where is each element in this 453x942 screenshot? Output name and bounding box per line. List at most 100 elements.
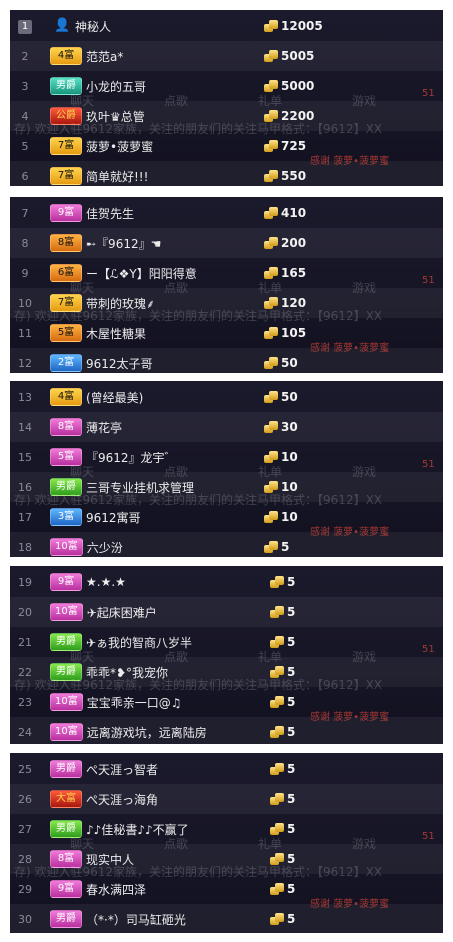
- person-icon: 👤: [54, 18, 71, 33]
- coin-icon: [270, 793, 284, 805]
- ranking-row[interactable]: 1 👤 神秘人 12005: [10, 11, 443, 41]
- score-value: 5: [287, 575, 296, 589]
- ranking-row[interactable]: 22 男爵 乖乖*❥°我宠你 5: [10, 657, 443, 687]
- ranking-panel: 1 👤 神秘人 12005 2 4富 范范a* 5005 3 男爵 小龙的五哥 5000 4 公爵 玖叶♛总…: [10, 10, 443, 186]
- user-name[interactable]: 六少汾: [87, 539, 123, 556]
- score-value: 5: [287, 635, 296, 649]
- ranking-row[interactable]: 7 9富 佳贺先生 410: [10, 198, 443, 228]
- ranking-row[interactable]: 2 4富 范范a* 5005: [10, 41, 443, 71]
- ranking-row[interactable]: 13 4富 (曾经最美) 50: [10, 382, 443, 412]
- level-badge: 公爵: [50, 107, 82, 125]
- ranking-row[interactable]: 24 10富 远离游戏坑，远离陆房 5: [10, 717, 443, 744]
- level-badge: 7富: [50, 137, 82, 155]
- rank-number: 8: [21, 236, 29, 250]
- level-badge: 7富: [50, 294, 82, 312]
- rank-number: 4: [21, 109, 29, 123]
- user-name[interactable]: 薄花亭: [86, 419, 122, 436]
- score-value: 5005: [281, 49, 315, 63]
- rank-number: 23: [18, 695, 32, 709]
- rank-number: 25: [18, 762, 32, 776]
- user-name[interactable]: 神秘人: [75, 18, 111, 35]
- ranking-row[interactable]: 3 男爵 小龙的五哥 5000: [10, 71, 443, 101]
- score-value: 5: [287, 792, 296, 806]
- user-name[interactable]: ➸『9612』☚: [86, 235, 161, 252]
- coin-icon: [270, 913, 284, 925]
- user-name[interactable]: 木屋性糖果: [86, 325, 146, 342]
- ranking-row[interactable]: 28 8富 现实中人 5: [10, 844, 443, 874]
- ranking-row[interactable]: 26 大富 ぺ天涯っ海角 5: [10, 784, 443, 814]
- rank-number: 14: [18, 420, 32, 434]
- score-value: 410: [281, 206, 307, 220]
- coin-icon: [264, 357, 278, 369]
- score-value: 5: [287, 912, 296, 926]
- user-name[interactable]: 佳贺先生: [86, 205, 134, 222]
- ranking-row[interactable]: 25 男爵 ぺ天涯っ智者 5: [10, 754, 443, 784]
- ranking-row[interactable]: 10 7富 带刺的玫瑰⸙ 120: [10, 288, 443, 318]
- user-name[interactable]: ぺ天涯っ智者: [86, 761, 158, 778]
- ranking-row[interactable]: 18 10富 六少汾 5: [10, 532, 443, 557]
- coin-icon: [270, 883, 284, 895]
- user-name[interactable]: 小龙的五哥: [86, 78, 146, 95]
- user-name[interactable]: 春水满四泽: [86, 881, 146, 898]
- user-name[interactable]: 菠萝•菠萝蜜: [86, 138, 153, 155]
- ranking-row[interactable]: 30 男爵 （*·*）司马缸砸光 5: [10, 904, 443, 933]
- ranking-row[interactable]: 27 男爵 ♪♪佳秘書♪♪不赢了 5: [10, 814, 443, 844]
- coin-icon: [264, 110, 278, 122]
- ranking-row[interactable]: 8 8富 ➸『9612』☚ 200: [10, 228, 443, 258]
- user-name[interactable]: 三哥专业挂机求管理: [86, 479, 194, 496]
- ranking-row[interactable]: 14 8富 薄花亭 30: [10, 412, 443, 442]
- user-name[interactable]: 现实中人: [86, 851, 134, 868]
- level-badge: 大富: [50, 790, 82, 808]
- user-name[interactable]: 『9612』龙宇゛: [86, 449, 177, 466]
- score-value: 5: [287, 665, 296, 679]
- ranking-row[interactable]: 19 9富 ★.★.★ 5: [10, 567, 443, 597]
- user-name[interactable]: 9612太子哥: [86, 355, 153, 372]
- ranking-row[interactable]: 23 10富 宝宝乖亲一口@♫ 5: [10, 687, 443, 717]
- ranking-row[interactable]: 9 6富 ー【ℒ❖Y】阳阳得意 165: [10, 258, 443, 288]
- user-name[interactable]: 9612寓哥: [86, 509, 141, 526]
- user-name[interactable]: 范范a*: [86, 48, 123, 65]
- user-name[interactable]: (曾经最美): [86, 389, 143, 406]
- user-name[interactable]: 简单就好!!!: [86, 168, 148, 185]
- ranking-row[interactable]: 6 7富 简单就好!!! 550: [10, 161, 443, 186]
- user-name[interactable]: ✈ぁ我的智商八岁半: [86, 634, 192, 651]
- user-name[interactable]: ★.★.★: [86, 575, 126, 589]
- level-badge: 10富: [50, 538, 83, 556]
- user-name[interactable]: 玖叶♛总管: [86, 108, 145, 125]
- coin-icon: [264, 391, 278, 403]
- coin-icon: [264, 511, 278, 523]
- user-name[interactable]: 远离游戏坑，远离陆房: [87, 724, 207, 741]
- coin-icon: [264, 541, 278, 553]
- coin-icon: [270, 666, 284, 678]
- user-name[interactable]: 带刺的玫瑰⸙: [86, 295, 155, 312]
- ranking-row[interactable]: 5 7富 菠萝•菠萝蜜 725: [10, 131, 443, 161]
- ranking-row[interactable]: 12 2富 9612太子哥 50: [10, 348, 443, 373]
- level-badge: 男爵: [50, 633, 82, 651]
- rank-number: 2: [21, 49, 29, 63]
- rank-number: 7: [21, 206, 29, 220]
- ranking-row[interactable]: 21 男爵 ✈ぁ我的智商八岁半 5: [10, 627, 443, 657]
- user-name[interactable]: ✈起床困难户: [87, 604, 157, 621]
- ranking-row[interactable]: 11 5富 木屋性糖果 105: [10, 318, 443, 348]
- user-name[interactable]: ー【ℒ❖Y】阳阳得意: [86, 265, 197, 282]
- level-badge: 3富: [50, 508, 82, 526]
- rank-number: 1: [10, 19, 40, 34]
- ranking-row[interactable]: 15 5富 『9612』龙宇゛ 10: [10, 442, 443, 472]
- user-name[interactable]: ぺ天涯っ海角: [86, 791, 158, 808]
- ranking-row[interactable]: 29 9富 春水满四泽 5: [10, 874, 443, 904]
- user-name[interactable]: 乖乖*❥°我宠你: [86, 664, 168, 681]
- level-badge: 男爵: [50, 910, 82, 928]
- score-value: 5: [287, 882, 296, 896]
- user-name[interactable]: （*·*）司马缸砸光: [86, 911, 186, 928]
- coin-icon: [264, 421, 278, 433]
- coin-icon: [264, 297, 278, 309]
- ranking-row[interactable]: 20 10富 ✈起床困难户 5: [10, 597, 443, 627]
- ranking-row[interactable]: 16 男爵 三哥专业挂机求管理 10: [10, 472, 443, 502]
- ranking-panel: 13 4富 (曾经最美) 50 14 8富 薄花亭 30 15 5富 『9612』龙宇゛ 10 16 男爵…: [10, 381, 443, 557]
- rank-number: 19: [18, 575, 32, 589]
- user-name[interactable]: ♪♪佳秘書♪♪不赢了: [86, 821, 189, 838]
- ranking-panel: 19 9富 ★.★.★ 5 20 10富 ✈起床困难户 5 21 男爵 ✈ぁ我的智商八岁半 5 22 男爵…: [10, 566, 443, 744]
- ranking-row[interactable]: 4 公爵 玖叶♛总管 2200: [10, 101, 443, 131]
- user-name[interactable]: 宝宝乖亲一口@♫: [87, 694, 182, 711]
- ranking-row[interactable]: 17 3富 9612寓哥 10: [10, 502, 443, 532]
